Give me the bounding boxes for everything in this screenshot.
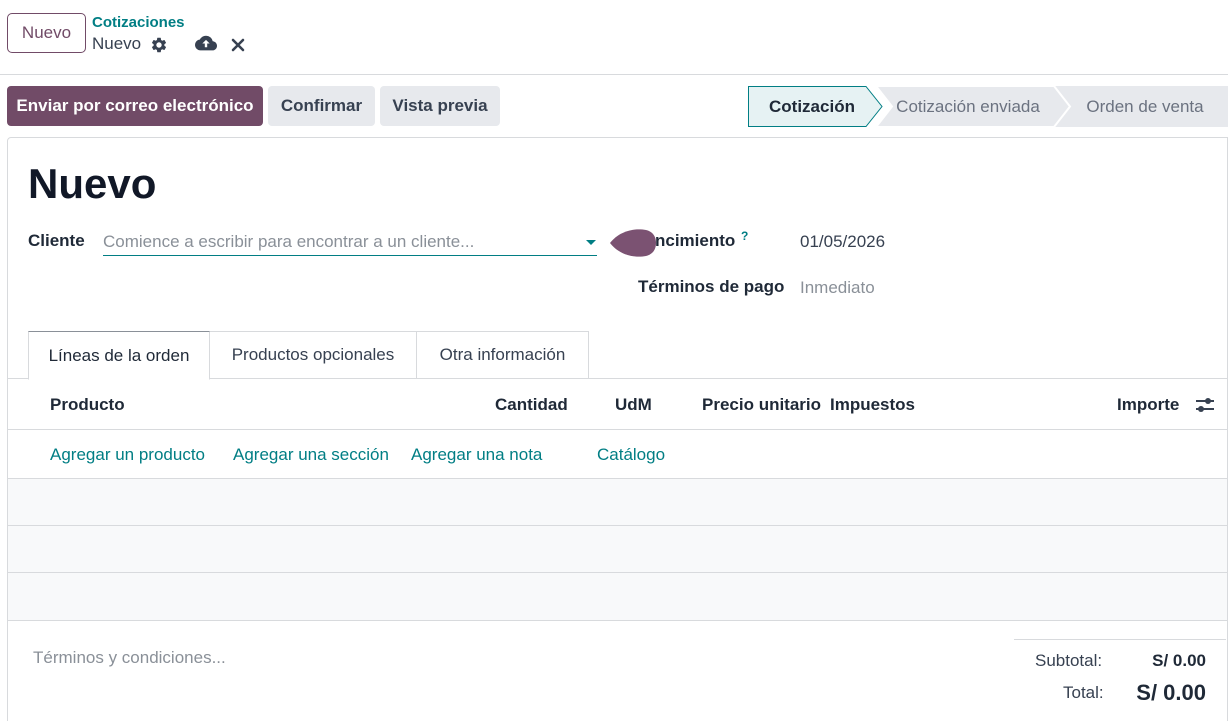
expiry-label: ncimiento bbox=[655, 231, 736, 250]
breadcrumb-current-record: Nuevo bbox=[92, 34, 142, 53]
total-value: S/ 0.00 bbox=[1136, 680, 1206, 705]
table-bottom-divider bbox=[7, 620, 1228, 621]
subtotal-label: Subtotal: bbox=[1035, 651, 1103, 670]
table-row bbox=[8, 526, 1227, 572]
column-header-taxes[interactable]: Impuestos bbox=[830, 395, 915, 415]
payment-terms-label: Términos de pago bbox=[638, 277, 785, 296]
column-header-amount[interactable]: Importe bbox=[1117, 395, 1179, 415]
status-bar: Cotización Cotización enviada Orden de v… bbox=[748, 86, 1228, 127]
column-header-unit-price[interactable]: Precio unitario bbox=[702, 395, 821, 415]
client-label: Cliente bbox=[28, 231, 85, 250]
preview-button[interactable]: Vista previa bbox=[380, 86, 500, 126]
status-stage-sales-order[interactable]: Orden de venta bbox=[1070, 86, 1220, 127]
tab-other-info[interactable]: Otra información bbox=[416, 331, 589, 379]
gear-icon[interactable] bbox=[150, 36, 168, 54]
column-settings-icon[interactable] bbox=[1194, 395, 1216, 415]
column-header-uom[interactable]: UdM bbox=[615, 395, 652, 415]
terms-conditions-field[interactable]: Términos y condiciones... bbox=[33, 648, 226, 668]
tab-optional-products[interactable]: Productos opcionales bbox=[210, 331, 417, 379]
confirm-button[interactable]: Confirmar bbox=[268, 86, 375, 126]
close-icon[interactable] bbox=[230, 37, 246, 53]
send-email-button[interactable]: Enviar por correo electrónico bbox=[7, 86, 263, 126]
status-stage-quotation-sent[interactable]: Cotización enviada bbox=[882, 86, 1054, 127]
add-section-link[interactable]: Agregar una sección bbox=[233, 445, 389, 465]
column-header-quantity[interactable]: Cantidad bbox=[495, 395, 568, 415]
column-header-product[interactable]: Producto bbox=[50, 395, 125, 415]
record-title: Nuevo bbox=[28, 160, 157, 207]
totals-divider bbox=[1014, 639, 1226, 640]
expiry-date-field[interactable]: 01/05/2026 bbox=[800, 232, 885, 252]
chevron-down-icon[interactable] bbox=[586, 240, 596, 245]
total-label: Total: bbox=[1063, 683, 1104, 702]
client-input[interactable] bbox=[103, 229, 597, 256]
add-product-link[interactable]: Agregar un producto bbox=[50, 445, 205, 465]
cloud-upload-icon[interactable] bbox=[195, 35, 217, 53]
add-note-link[interactable]: Agregar una nota bbox=[411, 445, 542, 465]
control-panel: Nuevo Cotizaciones Nuevo bbox=[0, 0, 1228, 75]
table-row bbox=[8, 479, 1227, 525]
tab-order-lines[interactable]: Líneas de la orden bbox=[28, 331, 210, 380]
cursor-pointer-icon bbox=[610, 229, 656, 257]
table-row bbox=[8, 573, 1227, 620]
breadcrumb-quotations[interactable]: Cotizaciones bbox=[92, 14, 185, 31]
table-header-divider bbox=[7, 429, 1228, 430]
new-record-button[interactable]: Nuevo bbox=[7, 13, 86, 53]
help-tooltip-icon[interactable]: ? bbox=[741, 229, 748, 243]
subtotal-value: S/ 0.00 bbox=[1152, 651, 1206, 670]
status-stage-quotation[interactable]: Cotización bbox=[748, 86, 876, 127]
payment-terms-field[interactable]: Inmediato bbox=[800, 278, 875, 298]
catalog-link[interactable]: Catálogo bbox=[597, 445, 665, 465]
